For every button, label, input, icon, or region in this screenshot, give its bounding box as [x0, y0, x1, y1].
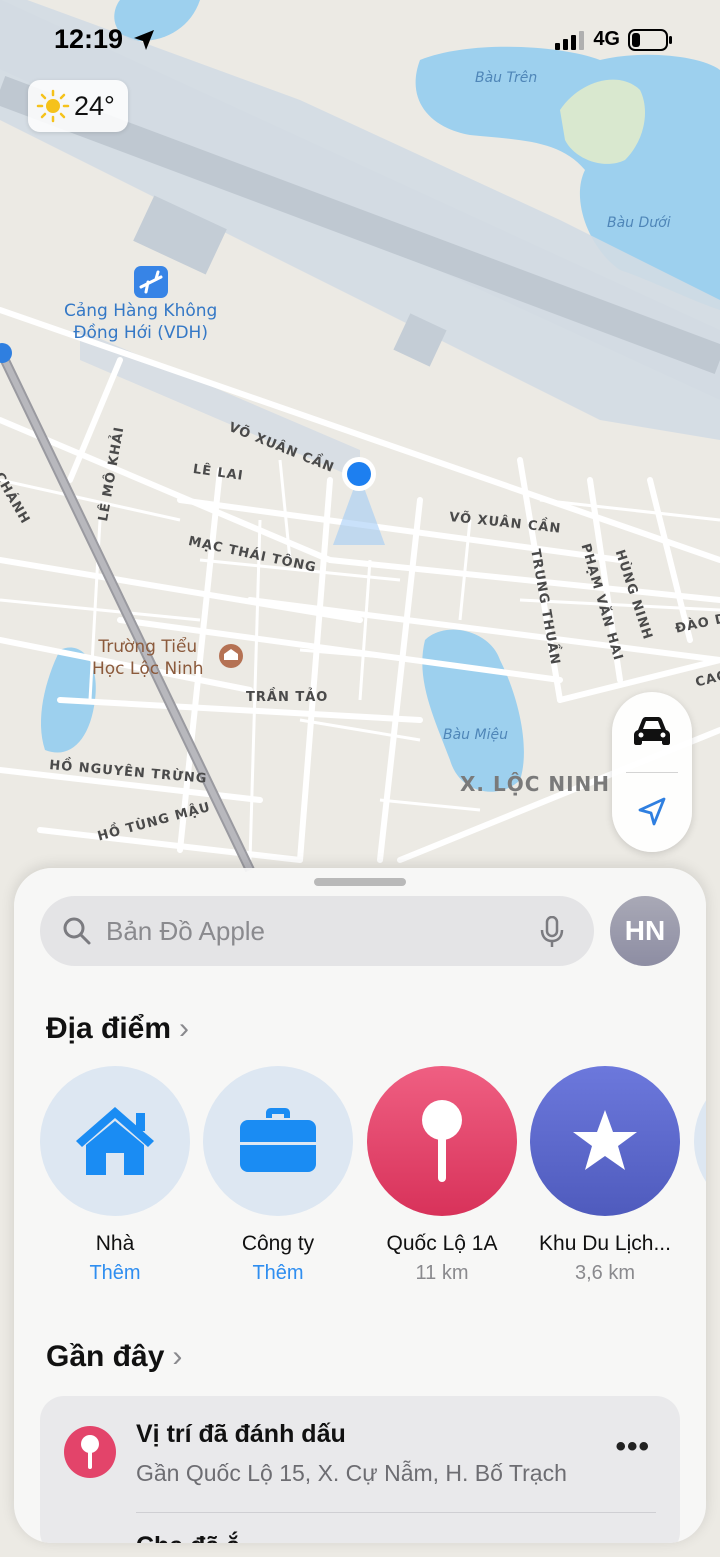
car-icon	[634, 717, 670, 745]
school-label[interactable]: Trường Tiểu Học Lộc Ninh	[92, 636, 204, 680]
driving-mode-button[interactable]	[612, 692, 692, 772]
weather-temperature: 24°	[74, 90, 115, 121]
place-name: Công ty	[241, 1232, 315, 1255]
recents-header[interactable]: Gần đây ›	[46, 1340, 182, 1374]
star-icon	[573, 1110, 637, 1170]
house-icon	[76, 1107, 154, 1175]
lake-label-bau-mieu: Bàu Miệu	[443, 727, 508, 743]
place-distance: 11 km	[415, 1262, 469, 1284]
status-time: 12:19	[54, 24, 124, 54]
add-work-link[interactable]: Thêm	[203, 1262, 353, 1285]
places-header[interactable]: Địa điểm ›	[46, 1012, 189, 1046]
recent-item-subtitle: Gần Quốc Lộ 15, X. Cự Nẫm, H. Bố Trạch	[136, 1460, 567, 1486]
street-label: TRẦN TẢO	[246, 690, 329, 705]
place-circle	[40, 1066, 190, 1216]
place-item-khu-du-lich[interactable]: Khu Du Lịch... 3,6 km	[530, 1066, 680, 1285]
add-home-link[interactable]: Thêm	[40, 1262, 190, 1285]
recent-item-icon	[64, 1426, 116, 1478]
ward-label: X. LỘC NINH	[460, 772, 611, 796]
avatar[interactable]: HN	[610, 896, 680, 966]
weather-chip[interactable]: 24°	[28, 80, 128, 132]
more-options-button[interactable]: •••	[615, 1430, 650, 1464]
place-name: Nhà	[95, 1232, 135, 1255]
sun-icon	[36, 89, 70, 123]
search-input[interactable]	[106, 915, 526, 947]
place-item-work[interactable]: Công ty Thêm	[203, 1066, 353, 1285]
school-icon[interactable]	[219, 644, 243, 668]
recent-list: Vị trí đã đánh dấu Gần Quốc Lộ 15, X. Cự…	[40, 1396, 680, 1543]
location-arrow-icon	[638, 797, 666, 826]
chevron-right-icon: ›	[172, 1340, 183, 1373]
place-circle	[530, 1066, 680, 1216]
map-controls	[612, 692, 692, 852]
place-name: Quốc Lộ 1A	[386, 1232, 498, 1255]
airport-icon[interactable]	[134, 266, 168, 298]
network-type: 4G	[593, 28, 620, 50]
place-circle-partial[interactable]	[694, 1066, 706, 1216]
microphone-icon[interactable]	[540, 916, 564, 948]
place-name: Khu Du Lịch...	[539, 1232, 671, 1255]
location-arrow-icon	[134, 30, 154, 50]
pin-icon	[422, 1100, 462, 1182]
lake-label-bau-duoi: Bàu Dưới	[607, 215, 671, 231]
search-icon	[63, 917, 91, 945]
status-indicators: 4G	[555, 28, 674, 51]
lake-label-bau-tren: Bàu Trên	[475, 70, 538, 86]
briefcase-icon	[240, 1108, 316, 1172]
signal-icon	[555, 30, 585, 50]
current-location-button[interactable]	[612, 772, 692, 852]
list-divider	[136, 1512, 656, 1513]
place-item-home[interactable]: Nhà Thêm	[40, 1066, 190, 1285]
sheet-grabber[interactable]	[314, 878, 406, 886]
recent-item-title[interactable]: Cha đã ắ	[136, 1532, 240, 1543]
chevron-right-icon: ›	[179, 1012, 190, 1045]
bottom-sheet: HN Địa điểm › Nhà Thêm Công ty Thêm	[14, 868, 706, 1543]
place-circle	[367, 1066, 517, 1216]
pin-icon	[81, 1435, 99, 1469]
place-item-quoc-lo-1a[interactable]: Quốc Lộ 1A 11 km	[367, 1066, 517, 1285]
recents-title: Gần đây	[46, 1340, 165, 1373]
place-circle	[203, 1066, 353, 1216]
recent-item-title[interactable]: Vị trí đã đánh dấu	[136, 1420, 346, 1449]
place-distance: 3,6 km	[574, 1262, 636, 1284]
battery-icon	[628, 28, 672, 51]
places-title: Địa điểm	[46, 1012, 172, 1045]
search-bar[interactable]	[40, 896, 594, 966]
airport-label[interactable]: Cảng Hàng Không Đồng Hới (VDH)	[64, 300, 217, 344]
